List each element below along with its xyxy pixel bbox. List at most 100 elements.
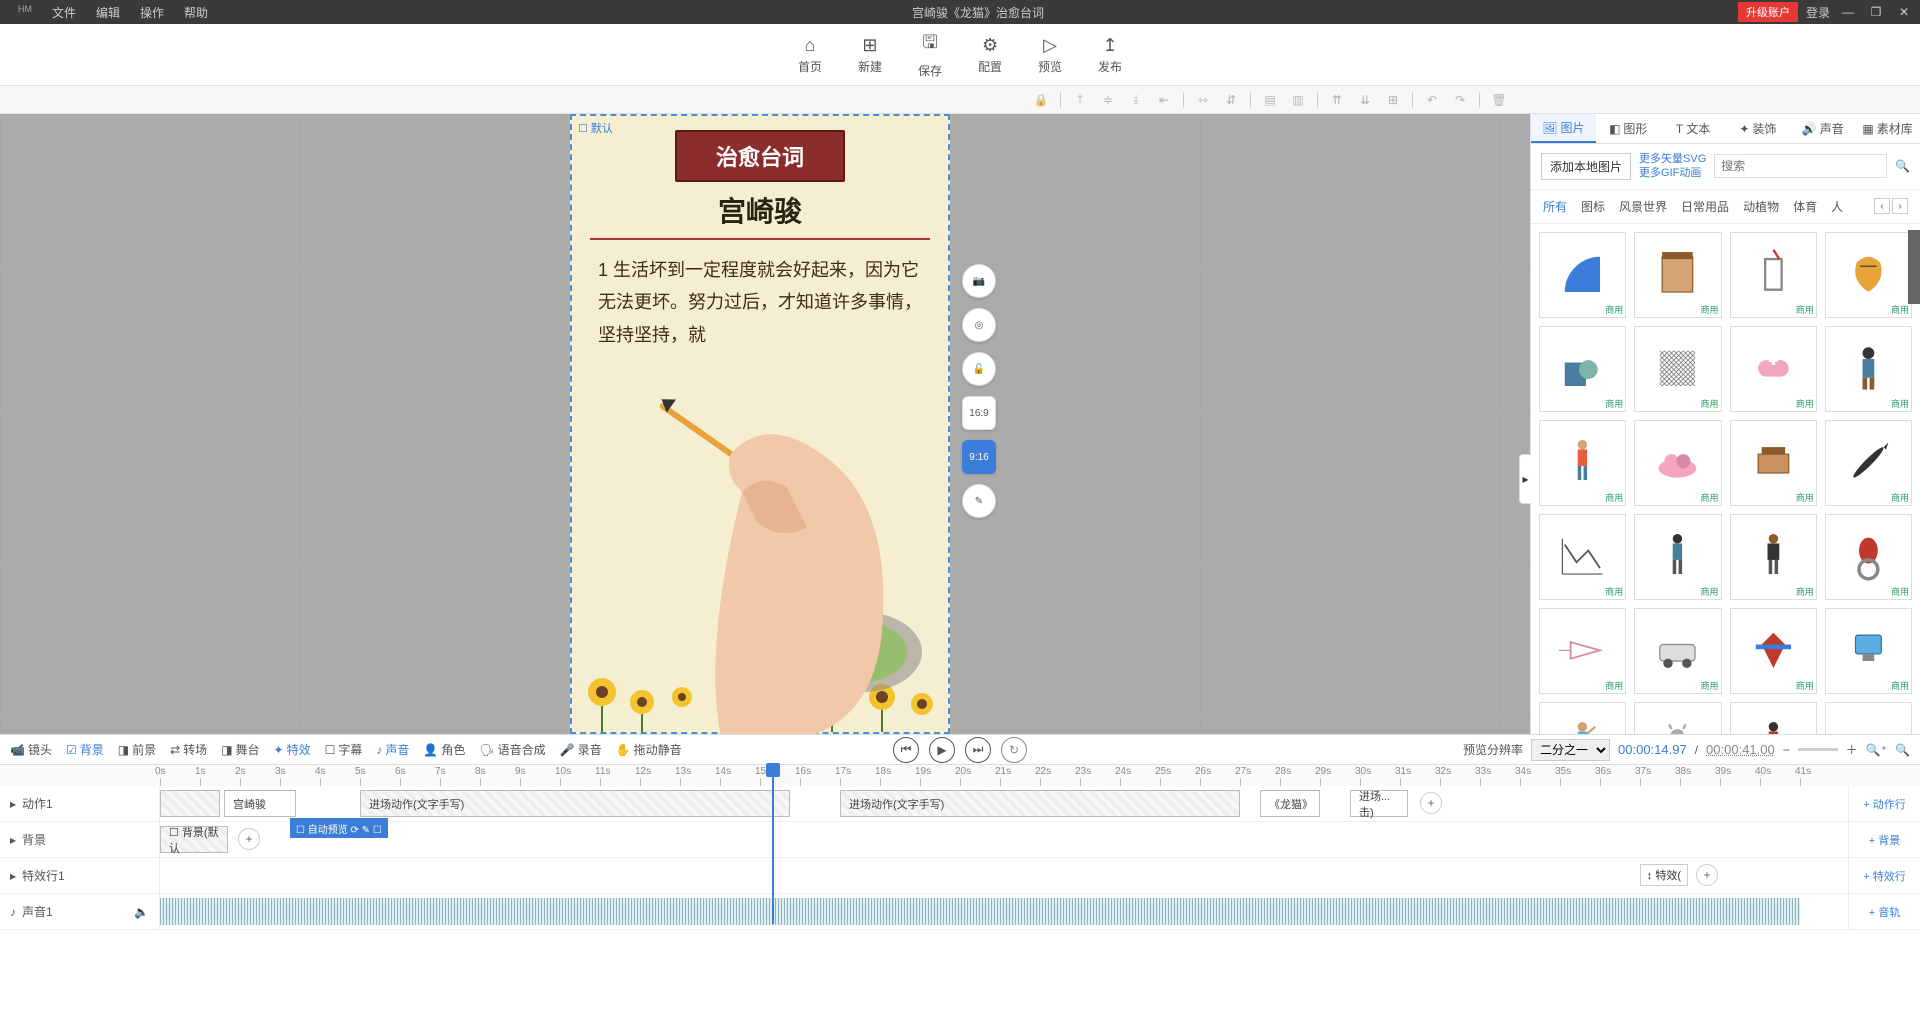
- timeline-clip[interactable]: 宫崎骏: [224, 790, 296, 817]
- menu-file[interactable]: 文件: [42, 4, 86, 21]
- track-toggle-icon[interactable]: ▸: [10, 797, 16, 811]
- timeline-mode-字幕[interactable]: ☐字幕: [325, 741, 363, 758]
- align-bottom-icon[interactable]: ⤓: [1127, 92, 1145, 107]
- category-所有[interactable]: 所有: [1543, 198, 1567, 215]
- redo-icon[interactable]: ↷: [1451, 93, 1469, 107]
- lock-tool-icon[interactable]: 🔓: [962, 352, 996, 386]
- tab-声音[interactable]: 🔊声音: [1790, 114, 1855, 143]
- asset-item[interactable]: 商用: [1730, 420, 1817, 506]
- asset-item[interactable]: ☆☆☆: [1730, 702, 1817, 734]
- close-icon[interactable]: ✕: [1894, 5, 1914, 19]
- category-人[interactable]: 人: [1831, 198, 1843, 215]
- asset-item[interactable]: 商用: [1825, 514, 1912, 600]
- ratio-9-16-button[interactable]: 9:16: [962, 440, 996, 474]
- search-icon[interactable]: 🔍: [1895, 159, 1910, 173]
- zoom-search-icon[interactable]: 🔍: [1895, 743, 1910, 757]
- timeline-mode-转场[interactable]: ⇄转场: [170, 741, 207, 758]
- menu-action[interactable]: 操作: [130, 4, 174, 21]
- add-local-image-button[interactable]: 添加本地图片: [1541, 153, 1631, 180]
- timeline-ruler[interactable]: 0s1s2s3s4s5s6s7s8s9s10s11s12s13s14s15s16…: [0, 764, 1920, 786]
- send-back-icon[interactable]: ⇊: [1356, 93, 1374, 107]
- search-input[interactable]: [1714, 154, 1887, 178]
- audio-clip[interactable]: [160, 898, 1800, 925]
- toolbar-预览[interactable]: ▷预览: [1038, 35, 1062, 75]
- asset-item[interactable]: 商用: [1539, 420, 1626, 506]
- category-动植物[interactable]: 动植物: [1743, 198, 1779, 215]
- add-audio-track-button[interactable]: + 音轨: [1848, 894, 1920, 929]
- zoom-bar[interactable]: [1798, 748, 1838, 751]
- track-toggle-icon[interactable]: ▸: [10, 833, 16, 847]
- asset-item[interactable]: 商用: [1825, 608, 1912, 694]
- track-toggle-icon[interactable]: ▸: [10, 869, 16, 883]
- timeline-mode-特效[interactable]: ✦特效: [274, 741, 311, 758]
- zoom-in-icon[interactable]: ＋: [1846, 741, 1858, 758]
- asset-item[interactable]: 商用: [1825, 702, 1912, 734]
- asset-item[interactable]: 商用: [1539, 514, 1626, 600]
- timeline-clip[interactable]: [160, 790, 220, 817]
- timeline-mode-角色[interactable]: 👤角色: [423, 741, 465, 758]
- playhead[interactable]: [772, 765, 774, 924]
- dist-v-icon[interactable]: ⇵: [1222, 93, 1240, 107]
- skip-fwd-button[interactable]: ⏭: [965, 737, 991, 763]
- layer-icon[interactable]: ▤: [1261, 93, 1279, 107]
- asset-item[interactable]: 商用: [1539, 232, 1626, 318]
- toolbar-新建[interactable]: ⊞新建: [858, 35, 882, 75]
- delete-icon[interactable]: 🗑: [1490, 93, 1508, 107]
- asset-item[interactable]: ☆☆☆: [1539, 702, 1626, 734]
- dist-h-icon[interactable]: ⇿: [1194, 93, 1212, 107]
- tab-图片[interactable]: 🖼图片: [1531, 114, 1596, 143]
- resolution-select[interactable]: 二分之一: [1531, 739, 1610, 761]
- tab-文本[interactable]: T文本: [1661, 114, 1726, 143]
- menu-help[interactable]: 帮助: [174, 4, 218, 21]
- asset-item[interactable]: 商用: [1825, 420, 1912, 506]
- add-action-track-button[interactable]: + 动作行: [1848, 786, 1920, 821]
- add-clip-button[interactable]: +: [1420, 792, 1442, 814]
- category-风景世界[interactable]: 风景世界: [1619, 198, 1667, 215]
- undo-icon[interactable]: ↶: [1423, 93, 1441, 107]
- asset-item[interactable]: 商用: [1634, 326, 1721, 412]
- zoom-out-icon[interactable]: −: [1783, 743, 1790, 757]
- timeline-mode-声音[interactable]: ♪声音: [376, 741, 409, 758]
- tab-装饰[interactable]: ✦装饰: [1725, 114, 1790, 143]
- bg-clip[interactable]: ☐ 背景(默认: [160, 826, 228, 853]
- asset-item[interactable]: 商用: [1634, 608, 1721, 694]
- volume-icon[interactable]: 🔈: [134, 905, 149, 919]
- zoom-fit-icon[interactable]: 🔍⁺: [1866, 743, 1887, 757]
- asset-item[interactable]: 商用: [1825, 232, 1912, 318]
- camera-tool-icon[interactable]: 📷: [962, 264, 996, 298]
- play-button[interactable]: ▶: [929, 737, 955, 763]
- asset-item[interactable]: 商用: [1539, 608, 1626, 694]
- asset-item[interactable]: 商用: [1730, 514, 1817, 600]
- panel-scrollbar[interactable]: [1908, 230, 1920, 304]
- scene-default-tag[interactable]: ☐ 默认: [578, 120, 613, 136]
- minimize-icon[interactable]: —: [1838, 5, 1858, 19]
- timeline-clip[interactable]: 《龙猫》: [1260, 790, 1320, 817]
- tab-图形[interactable]: ◧图形: [1596, 114, 1661, 143]
- asset-item[interactable]: 商用: [1825, 326, 1912, 412]
- category-体育[interactable]: 体育: [1793, 198, 1817, 215]
- toolbar-配置[interactable]: ⚙配置: [978, 35, 1002, 75]
- add-bg-track-button[interactable]: + 背景: [1848, 822, 1920, 857]
- asset-item[interactable]: 商用: [1634, 420, 1721, 506]
- target-tool-icon[interactable]: ◎: [962, 308, 996, 342]
- asset-item[interactable]: 商用: [1730, 232, 1817, 318]
- lock-icon[interactable]: 🔒: [1032, 93, 1050, 107]
- auto-preview-annotation[interactable]: ☐ 自动预览 ⟳ ✎ ☐: [290, 818, 388, 838]
- panel-collapse-handle[interactable]: ▸: [1519, 454, 1531, 504]
- cat-next-icon[interactable]: ›: [1892, 198, 1908, 214]
- pen-tool-icon[interactable]: ✎: [962, 484, 996, 518]
- toolbar-首页[interactable]: ⌂首页: [798, 35, 822, 75]
- more-gif-link[interactable]: 更多GIF动画: [1639, 166, 1706, 180]
- cat-prev-icon[interactable]: ‹: [1874, 198, 1890, 214]
- category-日常用品[interactable]: 日常用品: [1681, 198, 1729, 215]
- loop-button[interactable]: ↻: [1001, 737, 1027, 763]
- layer2-icon[interactable]: ▥: [1289, 93, 1307, 107]
- timeline-mode-前景[interactable]: ◨前景: [118, 741, 156, 758]
- asset-item[interactable]: 商用: [1730, 326, 1817, 412]
- asset-item[interactable]: ☆☆☆: [1634, 702, 1721, 734]
- asset-item[interactable]: 商用: [1539, 326, 1626, 412]
- add-fx-button[interactable]: +: [1696, 864, 1718, 886]
- timeline-clip[interactable]: 进场动作(文字手写): [840, 790, 1240, 817]
- timeline-mode-语音合成[interactable]: 🗣语音合成: [479, 741, 545, 758]
- toolbar-保存[interactable]: 🖫保存: [918, 30, 942, 79]
